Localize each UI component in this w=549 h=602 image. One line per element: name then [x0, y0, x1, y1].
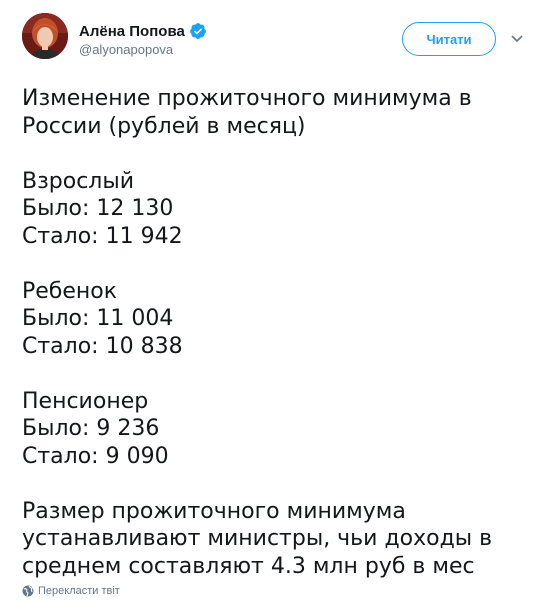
tweet-text-line: Размер прожиточного минимума [22, 498, 406, 524]
tweet-text-line: Изменение прожиточного минимума в [22, 86, 472, 111]
tweet-header: Алёна Попова @alyonapopova Читати [22, 13, 529, 65]
username[interactable]: @alyonapopova [79, 42, 207, 57]
globe-icon [22, 585, 34, 597]
avatar[interactable] [22, 13, 68, 59]
tweet-text-line: Стало: 11 942 [22, 223, 183, 249]
translate-label: Перекласти твіт [38, 585, 120, 597]
tweet-text-line: Было: 11 004 [22, 306, 174, 331]
chevron-down-icon [511, 35, 523, 43]
tweet-text: Изменение прожиточного минимума в России … [22, 85, 529, 580]
tweet-text-line: Было: 12 130 [22, 196, 174, 221]
tweet-text-line: Было: 9 236 [22, 416, 160, 441]
tweet-text-line: России (рублей в месяц) [22, 113, 306, 139]
author-names: Алёна Попова @alyonapopova [79, 21, 207, 57]
tweet-text-line: Пенсионер [22, 388, 149, 414]
translate-tweet-link[interactable]: Перекласти твіт [22, 585, 120, 597]
display-name-row: Алёна Попова [79, 21, 207, 41]
tweet-text-line: Ребенок [22, 278, 118, 304]
tweet-text-line: Стало: 10 838 [22, 333, 183, 359]
verified-badge-icon [189, 22, 207, 40]
tweet-menu-button[interactable] [505, 27, 529, 51]
tweet-text-line: Взрослый [22, 168, 135, 194]
tweet-text-line: устанавливают министры, чьи доходы в [22, 526, 493, 551]
user-avatar-photo-icon [22, 13, 68, 59]
display-name[interactable]: Алёна Попова [79, 23, 185, 40]
follow-button[interactable]: Читати [402, 22, 496, 56]
tweet-text-line: Стало: 9 090 [22, 443, 169, 469]
tweet-card: Алёна Попова @alyonapopova Читати Измене… [0, 0, 549, 602]
tweet-text-line: среднем составляют 4.3 млн руб в мес [22, 553, 475, 579]
